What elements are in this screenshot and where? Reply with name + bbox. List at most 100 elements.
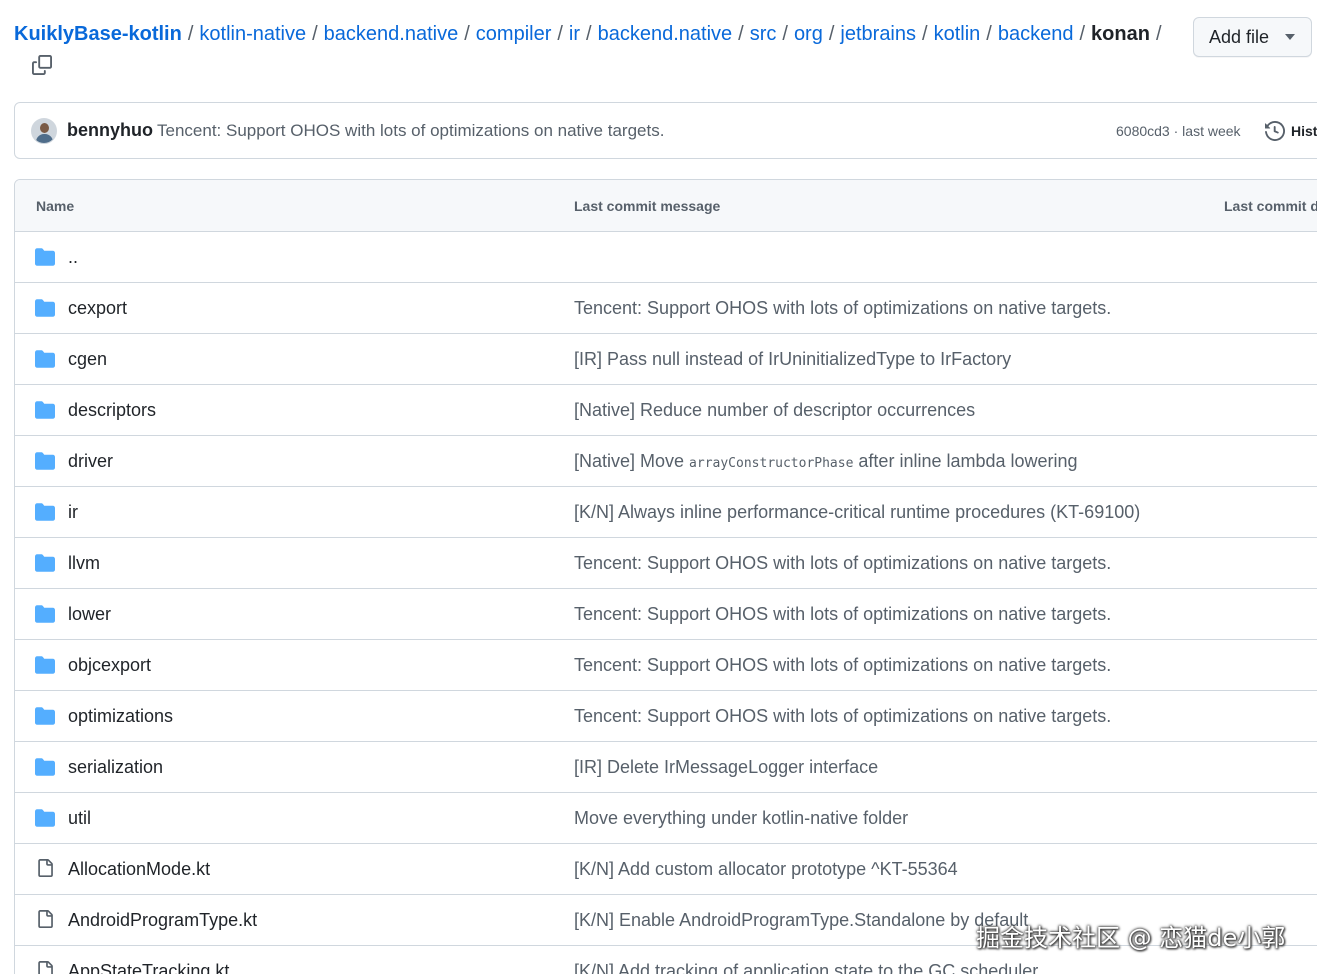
breadcrumb-separator: / — [464, 23, 470, 45]
breadcrumb-current: konan — [1091, 23, 1150, 45]
folder-link[interactable]: driver — [68, 451, 113, 472]
folder-link[interactable]: llvm — [68, 553, 100, 574]
add-file-label: Add file — [1209, 26, 1270, 47]
folder-link[interactable]: cexport — [68, 298, 127, 319]
folder-link[interactable]: lower — [68, 604, 111, 625]
table-row[interactable]: AllocationMode.kt [K/N] Add custom alloca… — [15, 844, 1317, 895]
folder-icon — [35, 299, 55, 317]
file-link[interactable]: AndroidProgramType.kt — [68, 910, 257, 931]
file-icon — [38, 859, 53, 877]
breadcrumb: KuiklyBase-kotlin / kotlin-native / backend.… — [14, 20, 1184, 48]
commit-message-link[interactable]: Tencent: Support OHOS with lots of optim… — [574, 706, 1111, 727]
commit-message-link[interactable]: [K/N] Add tracking of application state … — [574, 961, 1038, 974]
breadcrumb-link-backend-native-2[interactable]: backend.native — [598, 23, 733, 45]
commit-message-link[interactable]: [Native] Reduce number of descriptor occ… — [574, 400, 975, 421]
folder-icon — [35, 605, 55, 623]
breadcrumb-separator: / — [828, 23, 835, 45]
breadcrumb-repo-link[interactable]: KuiklyBase-kotlin — [14, 23, 182, 45]
folder-link[interactable]: serialization — [68, 757, 163, 778]
breadcrumb-separator: / — [782, 23, 788, 45]
breadcrumb-separator: / — [1079, 23, 1086, 45]
table-row[interactable]: driver [Native] Move arrayConstructorPhas… — [15, 436, 1317, 487]
breadcrumb-link-backend[interactable]: backend — [998, 23, 1074, 45]
commit-message-link[interactable]: [K/N] Enable AndroidProgramType.Standalo… — [574, 910, 1028, 931]
breadcrumb-separator: / — [986, 23, 992, 45]
breadcrumb-link-src[interactable]: src — [750, 23, 777, 45]
copy-path-button[interactable] — [28, 52, 56, 78]
history-icon — [1265, 121, 1285, 141]
parent-directory-row[interactable]: .. — [15, 232, 1317, 283]
file-icon — [38, 961, 53, 974]
commit-message-link[interactable]: Tencent: Support OHOS with lots of optim… — [157, 121, 664, 141]
breadcrumb-separator: / — [586, 23, 592, 45]
folder-link[interactable]: objcexport — [68, 655, 151, 676]
folder-icon — [35, 809, 55, 827]
breadcrumb-link-ir[interactable]: ir — [569, 23, 580, 45]
table-row[interactable]: optimizations Tencent: Support OHOS with … — [15, 691, 1317, 742]
breadcrumb-link-kotlin[interactable]: kotlin — [934, 23, 981, 45]
file-link[interactable]: AllocationMode.kt — [68, 859, 210, 880]
commit-author-link[interactable]: bennyhuo — [67, 120, 153, 141]
table-row[interactable]: cexport Tencent: Support OHOS with lots o… — [15, 283, 1317, 334]
commit-message-link[interactable]: [IR] Pass null instead of IrUninitialize… — [574, 349, 1011, 370]
commit-message-link[interactable]: Tencent: Support OHOS with lots of optim… — [574, 553, 1111, 574]
file-link[interactable]: AppStateTracking.kt — [68, 961, 229, 974]
breadcrumb-link-kotlin-native[interactable]: kotlin-native — [199, 23, 306, 45]
folder-link[interactable]: ir — [68, 502, 78, 523]
breadcrumb-link-jetbrains[interactable]: jetbrains — [840, 23, 916, 45]
commit-message-link[interactable]: Move everything under kotlin-native fold… — [574, 808, 908, 829]
commit-message-link[interactable]: [Native] Move arrayConstructorPhase afte… — [574, 451, 1078, 472]
breadcrumb-separator: / — [312, 23, 318, 45]
table-header: Name Last commit message Last commit dat… — [15, 180, 1317, 232]
file-icon — [38, 910, 53, 928]
commit-message-link[interactable]: Tencent: Support OHOS with lots of optim… — [574, 604, 1111, 625]
breadcrumb-separator: / — [187, 23, 194, 45]
commit-time: last week — [1182, 123, 1241, 139]
folder-link[interactable]: cgen — [68, 349, 107, 370]
folder-icon — [35, 452, 55, 470]
latest-commit-bar: bennyhuo Tencent: Support OHOS with lots… — [14, 102, 1317, 159]
table-row[interactable]: serialization [IR] Delete IrMessageLogger… — [15, 742, 1317, 793]
folder-icon — [35, 401, 55, 419]
folder-icon — [35, 707, 55, 725]
breadcrumb-separator: / — [922, 23, 928, 45]
commit-message-link[interactable]: Tencent: Support OHOS with lots of optim… — [574, 655, 1111, 676]
commit-sha-link[interactable]: 6080cd3 — [1116, 123, 1170, 139]
commit-message-link[interactable]: [K/N] Always inline performance-critical… — [574, 502, 1140, 523]
table-row[interactable]: AppStateTracking.kt [K/N] Add tracking of… — [15, 946, 1317, 974]
table-row[interactable]: llvm Tencent: Support OHOS with lots of o… — [15, 538, 1317, 589]
chevron-down-icon — [1285, 34, 1296, 40]
table-row[interactable]: descriptors [Native] Reduce number of des… — [15, 385, 1317, 436]
folder-icon — [35, 656, 55, 674]
folder-link[interactable]: descriptors — [68, 400, 156, 421]
file-table: Name Last commit message Last commit dat… — [14, 179, 1317, 974]
table-row[interactable]: lower Tencent: Support OHOS with lots of … — [15, 589, 1317, 640]
table-row[interactable]: util Move everything under kotlin-native … — [15, 793, 1317, 844]
breadcrumb-separator: / — [557, 23, 563, 45]
folder-icon — [35, 350, 55, 368]
column-header-message: Last commit message — [574, 198, 721, 214]
breadcrumb-link-backend-native[interactable]: backend.native — [324, 23, 459, 45]
commit-message-link[interactable]: [IR] Delete IrMessageLogger interface — [574, 757, 878, 778]
folder-link[interactable]: optimizations — [68, 706, 173, 727]
add-file-button[interactable]: Add file — [1193, 17, 1312, 57]
parent-directory-link[interactable]: .. — [68, 247, 78, 268]
folder-icon — [35, 503, 55, 521]
avatar[interactable] — [31, 118, 57, 144]
breadcrumb-link-compiler[interactable]: compiler — [476, 23, 552, 45]
column-header-name: Name — [36, 198, 75, 214]
commit-meta: 6080cd3 · last week — [1116, 123, 1241, 139]
history-button[interactable]: History — [1265, 119, 1317, 143]
table-row[interactable]: cgen [IR] Pass null instead of IrUninitia… — [15, 334, 1317, 385]
folder-icon — [35, 554, 55, 572]
inline-code: arrayConstructorPhase — [689, 456, 854, 471]
folder-link[interactable]: util — [68, 808, 91, 829]
breadcrumb-link-org[interactable]: org — [794, 23, 823, 45]
table-row[interactable]: objcexport Tencent: Support OHOS with lot… — [15, 640, 1317, 691]
commit-message-link[interactable]: [K/N] Add custom allocator prototype ^KT… — [574, 859, 958, 880]
commit-message-link[interactable]: Tencent: Support OHOS with lots of optim… — [574, 298, 1111, 319]
file-list: cexport Tencent: Support OHOS with lots o… — [15, 283, 1317, 974]
table-row[interactable]: AndroidProgramType.kt [K/N] Enable Androi… — [15, 895, 1317, 946]
table-row[interactable]: ir [K/N] Always inline performance-critic… — [15, 487, 1317, 538]
folder-icon — [35, 758, 55, 776]
